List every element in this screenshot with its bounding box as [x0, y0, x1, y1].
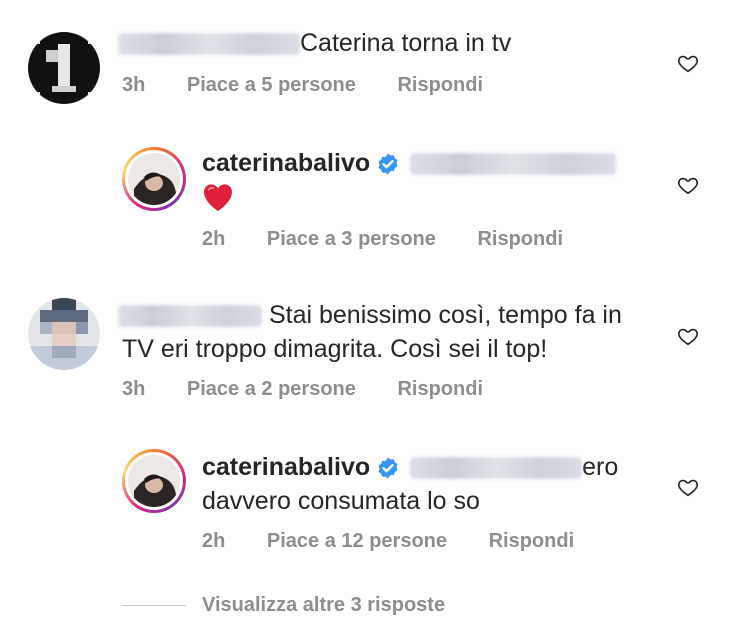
reply-time: 2h [202, 530, 226, 552]
reply-meta: 2h Piace a 12 persone Rispondi [202, 530, 610, 553]
reply-time: 2h [202, 228, 226, 250]
comment-time: 3h [122, 74, 146, 96]
view-more-label: Visualizza altre 3 risposte [202, 594, 446, 616]
blurred-mention [410, 457, 583, 480]
likes-count[interactable]: Piace a 3 persone [267, 228, 436, 250]
comment-text: Stai benissimo così, tempo fa in [118, 300, 622, 331]
story-ring[interactable] [122, 147, 186, 211]
reply-text: caterinabalivo [202, 148, 617, 179]
verified-badge-icon [378, 153, 398, 175]
comment-text-line2: TV eri troppo dimagrita. Così sei il top… [122, 335, 548, 363]
likes-count[interactable]: Piace a 5 persone [187, 74, 356, 96]
reply-button[interactable]: Rispondi [397, 378, 483, 400]
heart-outline-icon[interactable] [677, 52, 699, 74]
comment-meta: 3h Piace a 5 persone Rispondi [122, 74, 519, 97]
avatar-caterinabalivo [128, 153, 180, 205]
reply-meta: 2h Piace a 3 persone Rispondi [202, 228, 599, 251]
reply-button[interactable]: Rispondi [397, 74, 483, 96]
red-heart-emoji [202, 182, 234, 212]
comment-meta: 3h Piace a 2 persone Rispondi [122, 378, 519, 401]
comment-time: 3h [122, 378, 146, 400]
blurred-username [118, 33, 300, 56]
blurred-username [118, 305, 262, 328]
view-more-replies[interactable]: Visualizza altre 3 risposte [122, 594, 445, 617]
heart-outline-icon[interactable] [677, 476, 699, 498]
comment-text: Caterina torna in tv [118, 28, 511, 59]
reply-text: caterinabalivo ero [202, 453, 619, 481]
username[interactable]: caterinabalivo [202, 453, 370, 481]
username[interactable]: caterinabalivo [202, 149, 370, 177]
likes-count[interactable]: Piace a 2 persone [187, 378, 356, 400]
divider-line [122, 605, 186, 607]
heart-outline-icon[interactable] [677, 174, 699, 196]
avatar-pixelated[interactable] [28, 298, 100, 370]
reply-button[interactable]: Rispondi [477, 228, 563, 250]
verified-badge-icon [378, 457, 398, 479]
blurred-mention [410, 153, 617, 176]
heart-outline-icon[interactable] [677, 325, 699, 347]
story-ring[interactable] [122, 449, 186, 513]
reply-button[interactable]: Rispondi [489, 530, 575, 552]
likes-count[interactable]: Piace a 12 persone [267, 530, 447, 552]
avatar-pixelated[interactable] [28, 32, 100, 104]
avatar-caterinabalivo [128, 455, 180, 507]
reply-text-line2: davvero consumata lo so [202, 487, 480, 515]
